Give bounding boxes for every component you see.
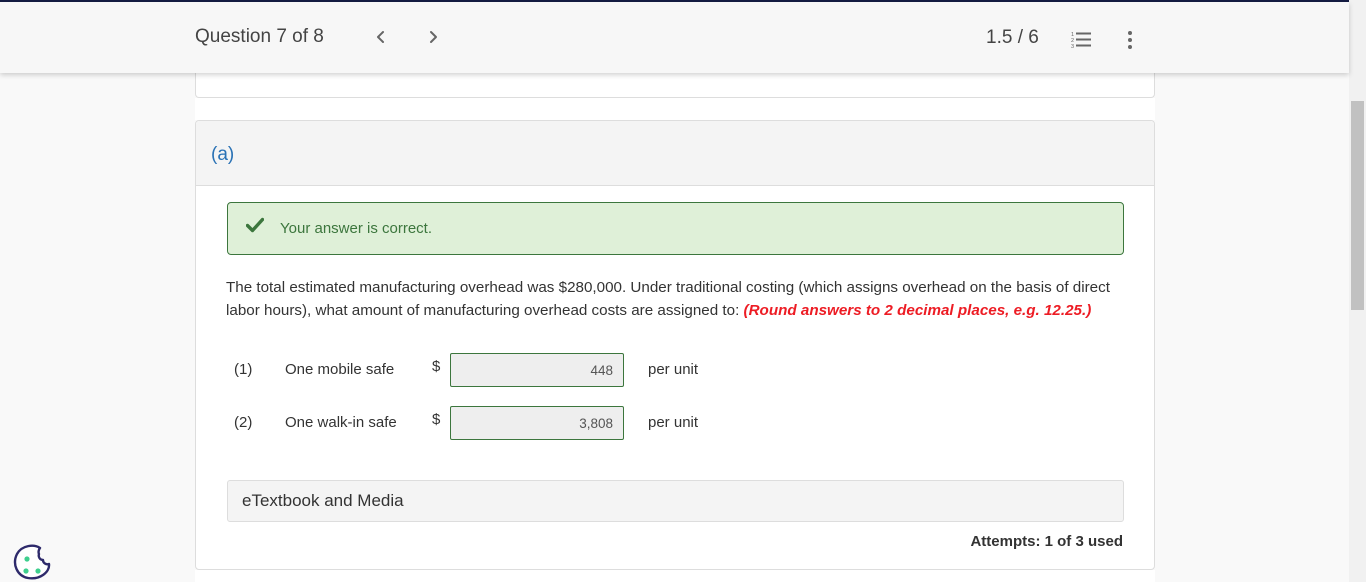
chevron-right-icon — [430, 31, 437, 43]
currency-symbol: $ — [432, 411, 441, 428]
scrollbar-thumb[interactable] — [1351, 101, 1364, 310]
etextbook-media-toggle[interactable]: eTextbook and Media — [227, 480, 1124, 522]
cookie-icon — [13, 544, 51, 580]
answer-label: One mobile safe — [285, 361, 395, 378]
feedback-text: Your answer is correct. — [280, 220, 433, 237]
answer-label: One walk-in safe — [285, 414, 397, 431]
more-options-button[interactable] — [1120, 29, 1140, 51]
etextbook-label: eTextbook and Media — [242, 491, 404, 510]
walk-in-safe-overhead-input[interactable] — [450, 406, 624, 440]
correct-feedback-banner: Your answer is correct. — [227, 202, 1124, 255]
svg-text:3: 3 — [1071, 44, 1074, 50]
question-part-card: (a) Your answer is correct. The total es… — [195, 120, 1155, 570]
rounding-hint: (Round answers to 2 decimal places, e.g.… — [743, 301, 1092, 319]
question-prompt: The total estimated manufacturing overhe… — [226, 277, 1126, 322]
mobile-safe-overhead-input[interactable] — [450, 353, 624, 387]
question-list-button[interactable]: 1 2 3 — [1070, 29, 1094, 51]
content-gap — [195, 98, 1155, 120]
page-scrollbar[interactable] — [1349, 0, 1366, 582]
unit-label: per unit — [648, 361, 699, 378]
question-header: Question 7 of 8 1.5 / 6 1 2 3 — [0, 2, 1349, 73]
attempts-counter: Attempts: 1 of 3 used — [970, 533, 1123, 550]
part-label: (a) — [211, 144, 235, 165]
previous-question-button[interactable] — [369, 24, 393, 50]
question-counter: Question 7 of 8 — [195, 26, 324, 47]
checkmark-icon — [246, 217, 264, 233]
answer-number: (2) — [234, 414, 253, 431]
answer-row: (2) One walk-in safe $ per unit — [234, 406, 794, 440]
answer-number: (1) — [234, 361, 253, 378]
score-display: 1.5 / 6 — [986, 27, 1039, 48]
cookie-settings-button[interactable] — [12, 542, 52, 582]
answer-row: (1) One mobile safe $ per unit — [234, 353, 794, 387]
next-question-button[interactable] — [421, 24, 445, 50]
numbered-list-icon: 1 2 3 — [1071, 32, 1091, 50]
chevron-left-icon — [377, 31, 384, 43]
content-below — [195, 570, 1155, 582]
part-header: (a) — [196, 121, 1154, 186]
unit-label: per unit — [648, 414, 699, 431]
currency-symbol: $ — [432, 358, 441, 375]
more-vertical-icon — [1128, 31, 1132, 49]
